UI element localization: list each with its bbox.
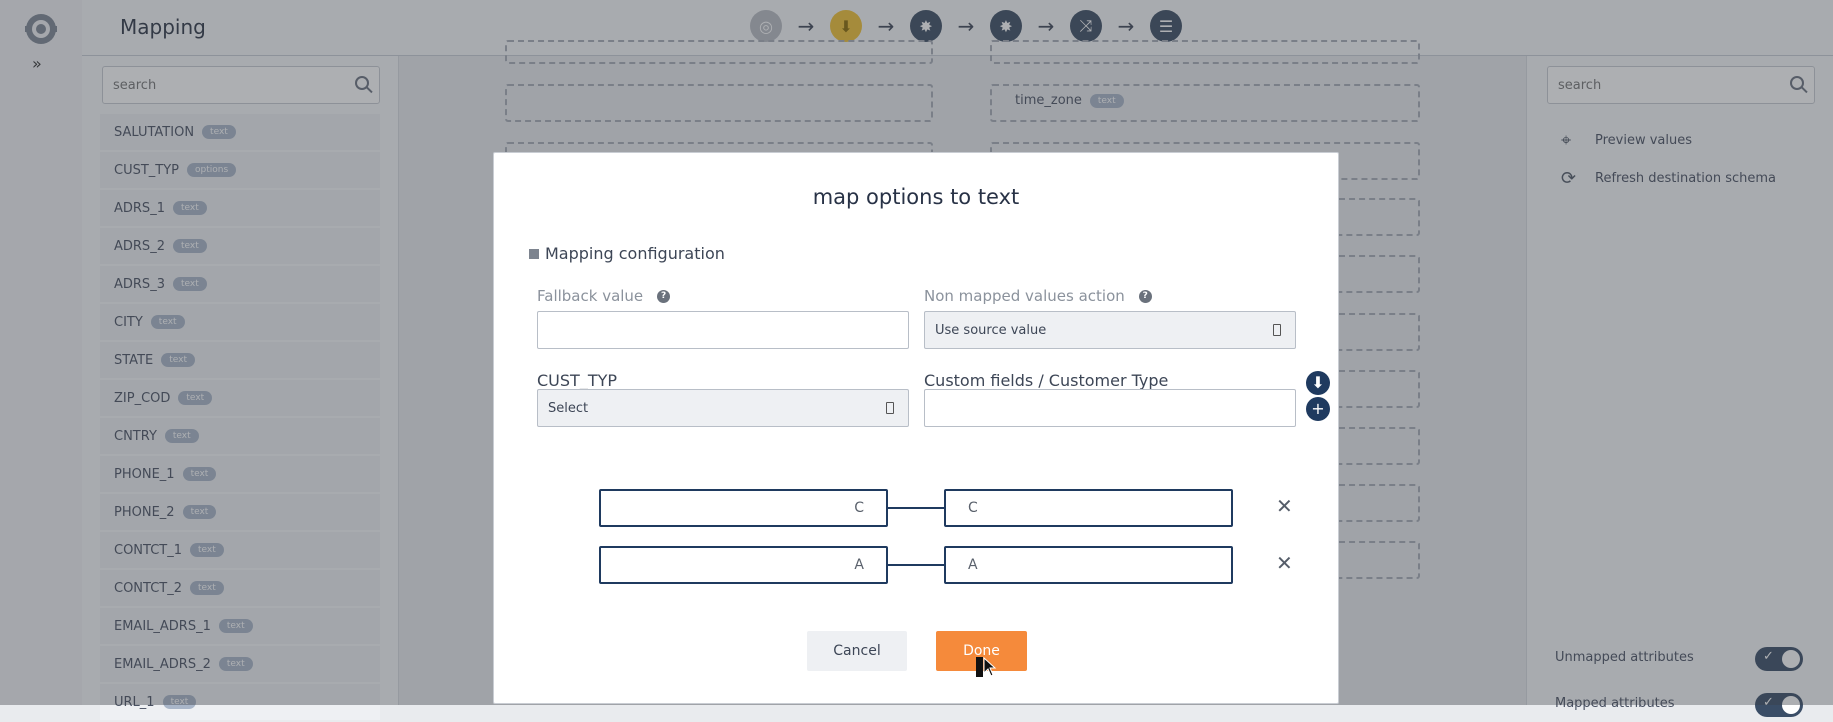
help-icon[interactable]: ? bbox=[657, 289, 671, 303]
square-icon bbox=[529, 248, 539, 259]
download-icon[interactable]: ⬇ bbox=[1306, 371, 1330, 395]
dialog-title: map options to text bbox=[812, 185, 1020, 209]
mapping-source-box[interactable]: C bbox=[599, 489, 888, 527]
help-icon[interactable]: ? bbox=[1138, 289, 1152, 303]
select-caret-icon bbox=[886, 402, 894, 414]
mapping-connector bbox=[887, 507, 944, 509]
non-mapped-values-label: Non mapped values action ? bbox=[924, 287, 1152, 305]
mapping-target-box[interactable]: A bbox=[944, 546, 1233, 584]
add-mapping-icon[interactable]: + bbox=[1306, 397, 1330, 421]
select-caret-icon bbox=[1273, 324, 1281, 336]
remove-mapping-icon[interactable]: ✕ bbox=[1276, 494, 1293, 518]
source-field-label: CUST_TYP bbox=[537, 371, 618, 390]
mapping-source-box[interactable]: A bbox=[599, 546, 888, 584]
mouse-cursor-icon bbox=[976, 657, 997, 677]
non-mapped-values-select[interactable]: Use source value bbox=[924, 311, 1296, 349]
fallback-value-label: Fallback value ? bbox=[537, 287, 671, 305]
target-value-field[interactable] bbox=[924, 389, 1296, 427]
fallback-value-field[interactable] bbox=[537, 311, 909, 349]
cancel-button[interactable]: Cancel bbox=[807, 631, 907, 671]
section-title: Mapping configuration bbox=[529, 244, 725, 263]
remove-mapping-icon[interactable]: ✕ bbox=[1276, 551, 1293, 575]
target-field-label: Custom fields / Customer Type bbox=[924, 371, 1169, 390]
map-options-dialog: map options to text Mapping configuratio… bbox=[493, 152, 1339, 704]
mapping-target-box[interactable]: C bbox=[944, 489, 1233, 527]
mapping-connector bbox=[887, 564, 944, 566]
source-option-select[interactable]: Select bbox=[537, 389, 909, 427]
